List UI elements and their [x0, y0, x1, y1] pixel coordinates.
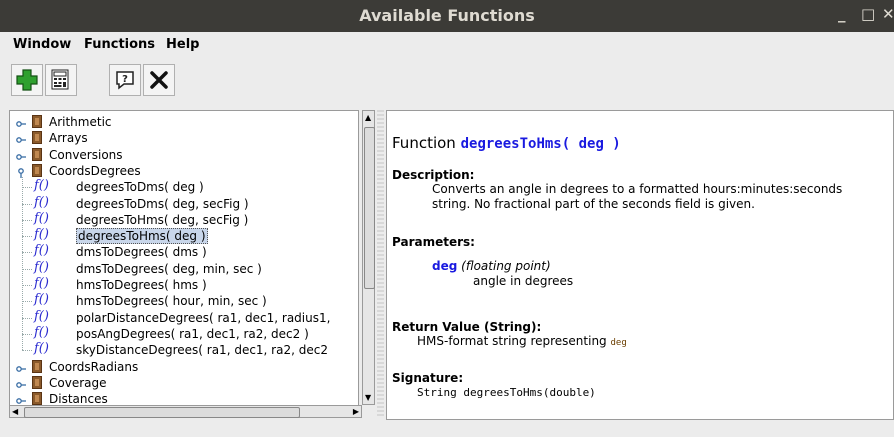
tree-connector [22, 333, 32, 335]
parameter-entry: deg (floating point) [432, 259, 551, 274]
tree-connector [22, 219, 32, 221]
function-icon: f() [34, 178, 49, 194]
function-label: hmsToDegrees( hour, min, sec ) [76, 294, 267, 309]
tree-connector [22, 268, 32, 270]
scroll-thumb[interactable] [364, 127, 375, 289]
doc-heading-prefix: Function [392, 134, 456, 152]
tree-horizontal-scrollbar[interactable]: ◀ ▶ [9, 405, 362, 418]
tree-connector [22, 350, 32, 352]
folder-icon [32, 163, 42, 177]
tree-vertical-scrollbar[interactable]: ▲ ▼ [362, 110, 375, 405]
hscroll-thumb[interactable] [24, 407, 300, 418]
return-text: HMS-format string representing [417, 334, 607, 348]
menu-bar: Window Functions Help [0, 32, 894, 56]
function-label: posAngDegrees( ra1, dec1, ra2, dec2 ) [76, 326, 309, 341]
window-title: Available Functions [359, 6, 535, 25]
function-documentation: Function degreesToHms( deg ) Description… [386, 110, 894, 420]
close-window-button[interactable]: ✕ [882, 5, 894, 23]
scroll-right-icon[interactable]: ▶ [353, 407, 359, 416]
tree-connector [22, 187, 32, 189]
function-label: dmsToDegrees( dms ) [76, 245, 207, 260]
expand-icon[interactable] [16, 150, 26, 160]
expand-icon[interactable] [16, 362, 26, 372]
function-label: degreesToHms( deg, secFig ) [76, 212, 249, 227]
function-label: polarDistanceDegrees( ra1, dec1, radius1… [76, 310, 331, 325]
folder-icon [32, 131, 42, 145]
category-label: Conversions [49, 147, 123, 162]
tree-connector [22, 252, 32, 254]
svg-text:?: ? [122, 74, 128, 85]
function-label: degreesToDms( deg, secFig ) [76, 196, 249, 211]
function-icon: f() [34, 341, 49, 357]
expand-icon[interactable] [16, 394, 26, 404]
function-label: hmsToDegrees( hms ) [76, 278, 207, 292]
function-label: degreesToDms( deg ) [76, 180, 204, 195]
tree-guide-line [22, 176, 23, 351]
folder-icon [32, 375, 42, 389]
scroll-up-icon[interactable]: ▲ [365, 113, 371, 122]
minimize-button[interactable]: _ [838, 5, 846, 23]
function-tree[interactable]: Arithmetic Arrays Conversions CoordsDegrees… [9, 110, 359, 407]
split-pane-divider[interactable] [377, 110, 384, 418]
category-label: Arrays [49, 131, 88, 146]
parameters-label: Parameters: [392, 235, 475, 249]
help-button[interactable]: ? [109, 64, 141, 96]
folder-icon [32, 359, 42, 373]
return-label: Return Value (String): [392, 320, 542, 334]
scroll-left-icon[interactable]: ◀ [12, 407, 18, 416]
param-type: (floating point) [461, 259, 551, 273]
function-icon: f() [34, 308, 49, 324]
function-icon: f() [34, 210, 49, 226]
doc-heading: Function degreesToHms( deg ) [392, 134, 621, 152]
function-icon: f() [34, 243, 49, 259]
tree-connector [22, 317, 32, 319]
scroll-down-icon[interactable]: ▼ [365, 393, 371, 402]
function-icon: f() [34, 276, 49, 291]
doc-function-name: degreesToHms( deg ) [460, 136, 621, 152]
folder-icon [32, 392, 42, 406]
category-label: Coverage [49, 375, 107, 390]
category-label: CoordsDegrees [49, 163, 141, 178]
remove-button[interactable] [143, 64, 175, 96]
param-name: deg [432, 259, 458, 273]
expand-icon[interactable] [16, 117, 26, 127]
category-label: CoordsRadians [49, 359, 139, 374]
folder-icon [32, 147, 42, 161]
function-icon: f() [34, 259, 49, 275]
maximize-button[interactable]: □ [861, 5, 875, 23]
function-icon: f() [34, 292, 49, 308]
category-label: Arithmetic [49, 115, 112, 129]
function-label: dmsToDegrees( deg, min, sec ) [76, 261, 262, 276]
signature-label: Signature: [392, 371, 464, 385]
menu-functions[interactable]: Functions [84, 37, 155, 52]
return-description: HMS-format string representing deg [417, 334, 627, 351]
menu-window[interactable]: Window [13, 37, 71, 52]
function-label: skyDistanceDegrees( ra1, dec1, ra2, dec2 [76, 343, 328, 358]
collapse-icon[interactable] [16, 166, 26, 178]
function-icon: f() [34, 194, 49, 210]
title-bar: Available Functions _ □ ✕ [0, 0, 894, 32]
expand-icon[interactable] [16, 378, 26, 388]
add-button[interactable] [11, 64, 43, 96]
tree-connector [22, 203, 32, 205]
expand-icon[interactable] [16, 133, 26, 144]
folder-icon [32, 115, 42, 128]
menu-help[interactable]: Help [166, 37, 199, 52]
tree-connector [22, 301, 32, 303]
description-label: Description: [392, 168, 475, 182]
tree-connector [22, 236, 32, 238]
calculator-button[interactable] [45, 64, 77, 96]
return-ref: deg [610, 338, 627, 348]
function-icon: f() [34, 227, 49, 243]
tree-connector [22, 285, 32, 286]
description-line-1: Converts an angle in degrees to a format… [432, 182, 843, 196]
description-line-2: string. No fractional part of the second… [432, 197, 755, 211]
function-icon: f() [34, 324, 49, 340]
toolbar: ? [0, 56, 894, 100]
param-description: angle in degrees [473, 274, 574, 288]
selected-function-label: degreesToHms( deg ) [76, 228, 208, 245]
signature: String degreesToHms(double) [417, 386, 596, 399]
